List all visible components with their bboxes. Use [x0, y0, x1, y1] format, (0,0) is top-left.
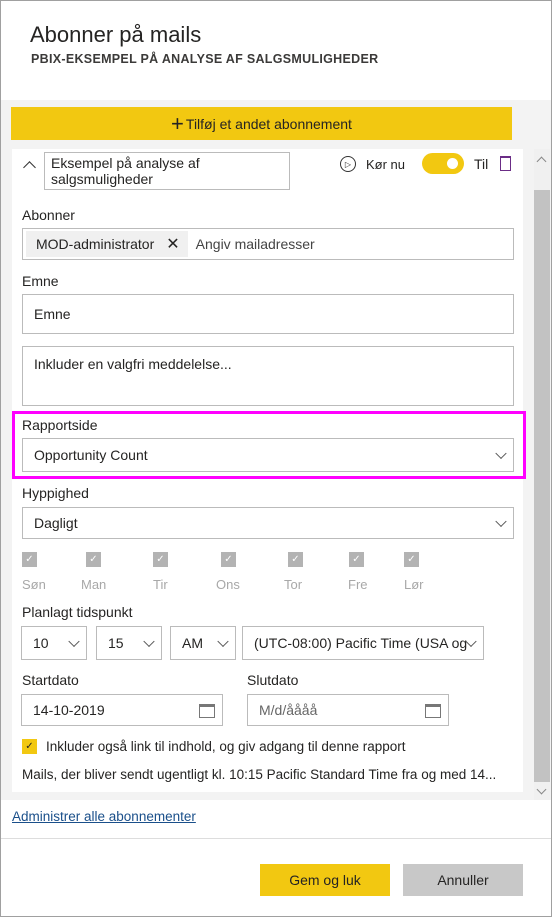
checkbox-icon: ✓ [22, 552, 37, 567]
end-date-input[interactable]: M/d/åååå [247, 694, 449, 726]
manage-subscriptions-link[interactable]: Administrer alle abonnementer [12, 809, 196, 824]
hour-select[interactable]: 10 [21, 626, 87, 660]
chevron-down-icon [143, 635, 155, 648]
day-thu[interactable]: ✓ Tor [284, 552, 303, 592]
day-sat[interactable]: ✓ Lør [383, 552, 424, 592]
day-label: Tor [284, 577, 303, 592]
end-date-label: Slutdato [247, 672, 299, 688]
minute-select[interactable]: 15 [96, 626, 162, 660]
add-subscription-label: Tilføj et andet abonnement [185, 115, 352, 132]
checkbox-icon: ✓ [349, 552, 364, 567]
include-link-label: Inkluder også link til indhold, og giv a… [46, 739, 406, 754]
email-placeholder: Angiv mailadresser [195, 236, 315, 252]
minute-value: 15 [108, 635, 124, 651]
report-page-label: Rapportside [22, 417, 98, 433]
timezone-select[interactable]: (UTC-08:00) Pacific Time (USA og [242, 626, 484, 660]
ampm-select[interactable]: AM [170, 626, 236, 660]
add-subscription-button[interactable]: + Tilføj et andet abonnement [11, 107, 512, 140]
subscription-name-input[interactable]: Eksempel på analyse af salgsmuligheder [44, 152, 290, 190]
frequency-select[interactable]: Dagligt [22, 507, 514, 539]
days-row: ✓ Søn ✓ Man ✓ Tir ✓ Ons ✓ Tor ✓ Fre ✓ Lør [22, 552, 442, 597]
dialog-subtitle: PBIX-EKSEMPEL PÅ ANALYSE AF SALGSMULIGHE… [31, 52, 379, 66]
start-date-value: 14-10-2019 [33, 702, 105, 718]
scrollbar-thumb[interactable] [534, 190, 550, 782]
remove-chip-icon[interactable]: ✕ [166, 234, 179, 254]
calendar-icon[interactable] [199, 704, 215, 718]
ampm-value: AM [182, 635, 203, 651]
subject-label: Emne [22, 273, 59, 289]
run-now-button[interactable]: ▷ Kør nu [340, 156, 405, 172]
active-toggle[interactable] [422, 153, 464, 174]
calendar-icon[interactable] [425, 704, 441, 718]
day-label: Fre [348, 577, 368, 592]
include-link-checkbox[interactable]: ✓ Inkluder også link til indhold, og giv… [22, 739, 406, 754]
hour-value: 10 [33, 635, 49, 651]
end-date-placeholder: M/d/åååå [259, 702, 318, 718]
day-wed[interactable]: ✓ Ons [216, 552, 240, 592]
checkbox-icon: ✓ [221, 552, 236, 567]
checkbox-icon: ✓ [153, 552, 168, 567]
day-label: Søn [22, 577, 46, 592]
day-label: Tir [153, 577, 168, 592]
run-now-label: Kør nu [366, 156, 406, 172]
frequency-value: Dagligt [34, 515, 78, 531]
save-close-button[interactable]: Gem og luk [260, 864, 390, 896]
day-label: Lør [404, 577, 424, 592]
trash-icon[interactable] [500, 156, 511, 171]
plus-icon: + [171, 110, 184, 136]
checkbox-icon: ✓ [86, 552, 101, 567]
day-label: Ons [216, 577, 240, 592]
report-page-value: Opportunity Count [34, 447, 148, 463]
dialog-title: Abonner på mails [30, 22, 202, 47]
timezone-value: (UTC-08:00) Pacific Time (USA og [254, 635, 468, 651]
report-page-select[interactable]: Opportunity Count [22, 438, 514, 472]
start-date-label: Startdato [22, 672, 79, 688]
checkbox-icon: ✓ [404, 552, 419, 567]
start-date-input[interactable]: 14-10-2019 [21, 694, 223, 726]
day-sun[interactable]: ✓ Søn [22, 552, 46, 592]
day-mon[interactable]: ✓ Man [81, 552, 106, 592]
toggle-label: Til [474, 156, 489, 172]
schedule-summary: Mails, der bliver sendt ugentligt kl. 10… [22, 767, 497, 782]
subject-input[interactable]: Emne [22, 294, 514, 334]
cancel-button[interactable]: Annuller [403, 864, 523, 896]
time-label: Planlagt tidspunkt [22, 604, 133, 620]
chevron-down-icon [495, 447, 507, 460]
subscriber-chip: MOD-administrator ✕ [26, 231, 188, 257]
checkbox-checked-icon: ✓ [22, 739, 37, 754]
message-textarea[interactable]: Inkluder en valgfri meddelelse... [22, 346, 514, 406]
day-fri[interactable]: ✓ Fre [348, 552, 368, 592]
chevron-down-icon [68, 635, 80, 648]
play-icon: ▷ [340, 156, 356, 172]
footer-divider [1, 838, 551, 839]
subscribers-label: Abonner [22, 207, 75, 223]
subscribers-input[interactable]: MOD-administrator ✕ Angiv mailadresser [22, 228, 514, 260]
toggle-knob [447, 158, 458, 169]
chip-label: MOD-administrator [36, 236, 155, 252]
frequency-label: Hyppighed [22, 485, 89, 501]
chevron-down-icon [217, 635, 229, 648]
day-tue[interactable]: ✓ Tir [153, 552, 168, 592]
day-label: Man [81, 577, 107, 592]
chevron-down-icon [495, 515, 507, 528]
checkbox-icon: ✓ [288, 552, 303, 567]
